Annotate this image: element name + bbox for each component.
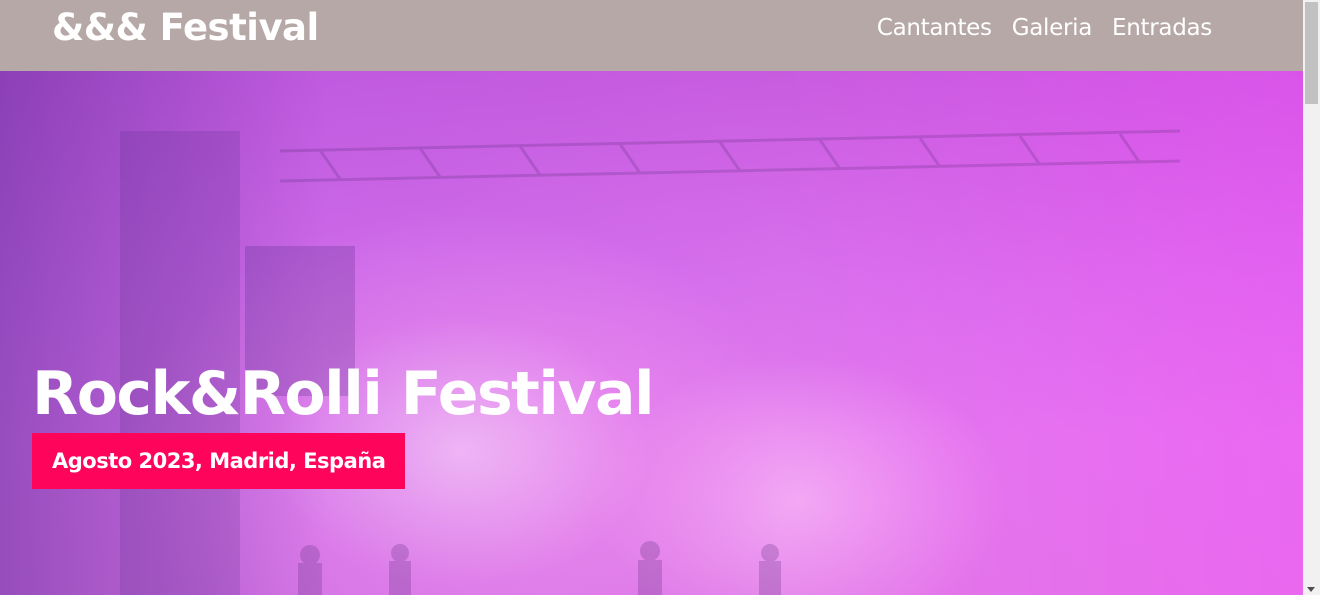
nav-link-cantantes[interactable]: Cantantes	[877, 12, 992, 44]
scrollbar-thumb[interactable]	[1305, 2, 1318, 104]
main-nav: Cantantes Galeria Entradas	[877, 12, 1212, 44]
nav-link-entradas[interactable]: Entradas	[1112, 12, 1212, 44]
event-date-location-badge: Agosto 2023, Madrid, España	[32, 433, 406, 489]
scroll-down-arrow-icon[interactable]	[1307, 587, 1315, 592]
hero-banner: Rock&Rolli Festival Agosto 2023, Madrid,…	[0, 71, 1303, 595]
site-logo[interactable]: &&& Festival	[52, 5, 319, 51]
page-scrollbar[interactable]	[1303, 0, 1320, 595]
event-date-location-text: Agosto 2023, Madrid, España	[52, 449, 386, 473]
hero-title: Rock&Rolli Festival	[32, 359, 655, 429]
crowd-silhouette-graphic	[298, 541, 781, 595]
stage-truss-graphic	[280, 129, 1180, 183]
site-header: &&& Festival Cantantes Galeria Entradas	[0, 0, 1303, 71]
nav-link-galeria[interactable]: Galeria	[1012, 12, 1093, 44]
page: &&& Festival Cantantes Galeria Entradas	[0, 0, 1303, 595]
